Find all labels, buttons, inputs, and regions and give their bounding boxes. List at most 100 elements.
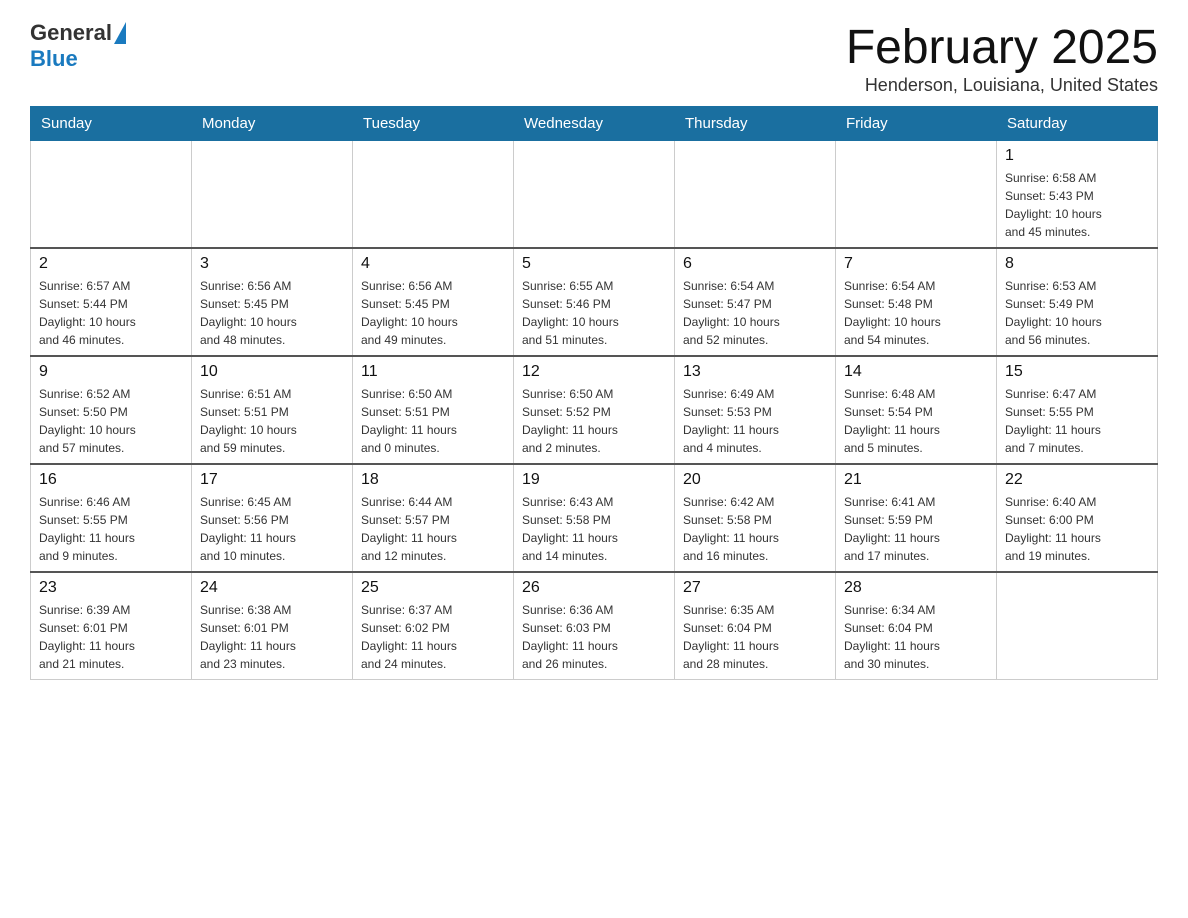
day-info: Sunrise: 6:53 AM Sunset: 5:49 PM Dayligh…: [1005, 277, 1149, 349]
day-number: 4: [361, 255, 505, 273]
day-number: 28: [844, 579, 988, 597]
calendar-cell: 22 Sunrise: 6:40 AM Sunset: 6:00 PM Dayli…: [997, 464, 1158, 572]
calendar-cell: 21Sunrise: 6:41 AM Sunset: 5:59 PM Dayli…: [836, 464, 997, 572]
calendar-cell: 5 Sunrise: 6:55 AM Sunset: 5:46 PM Daylig…: [514, 248, 675, 356]
calendar-cell: 4 Sunrise: 6:56 AM Sunset: 5:45 PM Daylig…: [353, 248, 514, 356]
calendar-cell: 27 Sunrise: 6:35 AM Sunset: 6:04 PM Dayli…: [675, 572, 836, 680]
day-number: 19: [522, 471, 666, 489]
day-info: Sunrise: 6:56 AM Sunset: 5:45 PM Dayligh…: [200, 277, 344, 349]
day-number: 25: [361, 579, 505, 597]
title-section: February 2025 Henderson, Louisiana, Unit…: [846, 20, 1158, 96]
calendar-cell: [997, 572, 1158, 680]
logo-blue-text: Blue: [30, 46, 78, 71]
day-info: Sunrise: 6:47 AM Sunset: 5:55 PM Dayligh…: [1005, 385, 1149, 457]
day-number: 6: [683, 255, 827, 273]
day-number: 23: [39, 579, 183, 597]
day-number: 1: [1005, 147, 1149, 165]
calendar-cell: 13Sunrise: 6:49 AM Sunset: 5:53 PM Dayli…: [675, 356, 836, 464]
calendar-cell: 19 Sunrise: 6:43 AM Sunset: 5:58 PM Dayli…: [514, 464, 675, 572]
calendar-cell: [192, 141, 353, 249]
day-info: Sunrise: 6:46 AM Sunset: 5:55 PM Dayligh…: [39, 493, 183, 565]
day-number: 16: [39, 471, 183, 489]
weekday-header-thursday: Thursday: [675, 107, 836, 141]
day-info: Sunrise: 6:44 AM Sunset: 5:57 PM Dayligh…: [361, 493, 505, 565]
day-info: Sunrise: 6:43 AM Sunset: 5:58 PM Dayligh…: [522, 493, 666, 565]
calendar-cell: 23 Sunrise: 6:39 AM Sunset: 6:01 PM Dayli…: [31, 572, 192, 680]
calendar-cell: 14 Sunrise: 6:48 AM Sunset: 5:54 PM Dayli…: [836, 356, 997, 464]
calendar-cell: 15Sunrise: 6:47 AM Sunset: 5:55 PM Dayli…: [997, 356, 1158, 464]
day-number: 2: [39, 255, 183, 273]
day-number: 18: [361, 471, 505, 489]
day-info: Sunrise: 6:40 AM Sunset: 6:00 PM Dayligh…: [1005, 493, 1149, 565]
weekday-header-saturday: Saturday: [997, 107, 1158, 141]
week-row-5: 23 Sunrise: 6:39 AM Sunset: 6:01 PM Dayli…: [31, 572, 1158, 680]
day-number: 20: [683, 471, 827, 489]
calendar-cell: 3Sunrise: 6:56 AM Sunset: 5:45 PM Daylig…: [192, 248, 353, 356]
day-info: Sunrise: 6:54 AM Sunset: 5:47 PM Dayligh…: [683, 277, 827, 349]
calendar-cell: 8Sunrise: 6:53 AM Sunset: 5:49 PM Daylig…: [997, 248, 1158, 356]
weekday-header-friday: Friday: [836, 107, 997, 141]
weekday-header-row: SundayMondayTuesdayWednesdayThursdayFrid…: [31, 107, 1158, 141]
day-info: Sunrise: 6:35 AM Sunset: 6:04 PM Dayligh…: [683, 601, 827, 673]
day-info: Sunrise: 6:37 AM Sunset: 6:02 PM Dayligh…: [361, 601, 505, 673]
day-number: 9: [39, 363, 183, 381]
calendar-cell: [836, 141, 997, 249]
calendar-cell: 2Sunrise: 6:57 AM Sunset: 5:44 PM Daylig…: [31, 248, 192, 356]
day-info: Sunrise: 6:58 AM Sunset: 5:43 PM Dayligh…: [1005, 169, 1149, 241]
day-info: Sunrise: 6:48 AM Sunset: 5:54 PM Dayligh…: [844, 385, 988, 457]
day-info: Sunrise: 6:49 AM Sunset: 5:53 PM Dayligh…: [683, 385, 827, 457]
day-number: 27: [683, 579, 827, 597]
day-number: 26: [522, 579, 666, 597]
calendar-cell: [353, 141, 514, 249]
day-info: Sunrise: 6:52 AM Sunset: 5:50 PM Dayligh…: [39, 385, 183, 457]
day-info: Sunrise: 6:36 AM Sunset: 6:03 PM Dayligh…: [522, 601, 666, 673]
weekday-header-tuesday: Tuesday: [353, 107, 514, 141]
day-info: Sunrise: 6:50 AM Sunset: 5:51 PM Dayligh…: [361, 385, 505, 457]
page-header: General Blue February 2025 Henderson, Lo…: [30, 20, 1158, 96]
day-number: 22: [1005, 471, 1149, 489]
calendar-cell: 12 Sunrise: 6:50 AM Sunset: 5:52 PM Dayli…: [514, 356, 675, 464]
day-number: 17: [200, 471, 344, 489]
day-info: Sunrise: 6:39 AM Sunset: 6:01 PM Dayligh…: [39, 601, 183, 673]
calendar-cell: 10 Sunrise: 6:51 AM Sunset: 5:51 PM Dayli…: [192, 356, 353, 464]
calendar-table: SundayMondayTuesdayWednesdayThursdayFrid…: [30, 106, 1158, 680]
month-title: February 2025: [846, 20, 1158, 75]
week-row-1: 1 Sunrise: 6:58 AM Sunset: 5:43 PM Daylig…: [31, 141, 1158, 249]
calendar-cell: 9 Sunrise: 6:52 AM Sunset: 5:50 PM Daylig…: [31, 356, 192, 464]
calendar-cell: 28 Sunrise: 6:34 AM Sunset: 6:04 PM Dayli…: [836, 572, 997, 680]
calendar-cell: 17Sunrise: 6:45 AM Sunset: 5:56 PM Dayli…: [192, 464, 353, 572]
day-info: Sunrise: 6:51 AM Sunset: 5:51 PM Dayligh…: [200, 385, 344, 457]
calendar-cell: 6 Sunrise: 6:54 AM Sunset: 5:47 PM Daylig…: [675, 248, 836, 356]
weekday-header-sunday: Sunday: [31, 107, 192, 141]
day-info: Sunrise: 6:55 AM Sunset: 5:46 PM Dayligh…: [522, 277, 666, 349]
day-number: 12: [522, 363, 666, 381]
logo-triangle-icon: [114, 22, 126, 44]
calendar-cell: [675, 141, 836, 249]
week-row-4: 16 Sunrise: 6:46 AM Sunset: 5:55 PM Dayli…: [31, 464, 1158, 572]
day-number: 21: [844, 471, 988, 489]
day-number: 14: [844, 363, 988, 381]
day-number: 7: [844, 255, 988, 273]
weekday-header-monday: Monday: [192, 107, 353, 141]
calendar-cell: [31, 141, 192, 249]
location-text: Henderson, Louisiana, United States: [846, 75, 1158, 96]
week-row-3: 9 Sunrise: 6:52 AM Sunset: 5:50 PM Daylig…: [31, 356, 1158, 464]
calendar-cell: 25 Sunrise: 6:37 AM Sunset: 6:02 PM Dayli…: [353, 572, 514, 680]
calendar-cell: 26 Sunrise: 6:36 AM Sunset: 6:03 PM Dayli…: [514, 572, 675, 680]
day-number: 11: [361, 363, 505, 381]
weekday-header-wednesday: Wednesday: [514, 107, 675, 141]
calendar-cell: 11 Sunrise: 6:50 AM Sunset: 5:51 PM Dayli…: [353, 356, 514, 464]
day-number: 10: [200, 363, 344, 381]
day-info: Sunrise: 6:34 AM Sunset: 6:04 PM Dayligh…: [844, 601, 988, 673]
calendar-cell: 24Sunrise: 6:38 AM Sunset: 6:01 PM Dayli…: [192, 572, 353, 680]
day-number: 24: [200, 579, 344, 597]
week-row-2: 2Sunrise: 6:57 AM Sunset: 5:44 PM Daylig…: [31, 248, 1158, 356]
logo-general-text: General: [30, 20, 112, 46]
calendar-cell: 1 Sunrise: 6:58 AM Sunset: 5:43 PM Daylig…: [997, 141, 1158, 249]
day-info: Sunrise: 6:50 AM Sunset: 5:52 PM Dayligh…: [522, 385, 666, 457]
day-info: Sunrise: 6:56 AM Sunset: 5:45 PM Dayligh…: [361, 277, 505, 349]
day-info: Sunrise: 6:42 AM Sunset: 5:58 PM Dayligh…: [683, 493, 827, 565]
day-number: 5: [522, 255, 666, 273]
calendar-cell: 7Sunrise: 6:54 AM Sunset: 5:48 PM Daylig…: [836, 248, 997, 356]
calendar-cell: 16 Sunrise: 6:46 AM Sunset: 5:55 PM Dayli…: [31, 464, 192, 572]
